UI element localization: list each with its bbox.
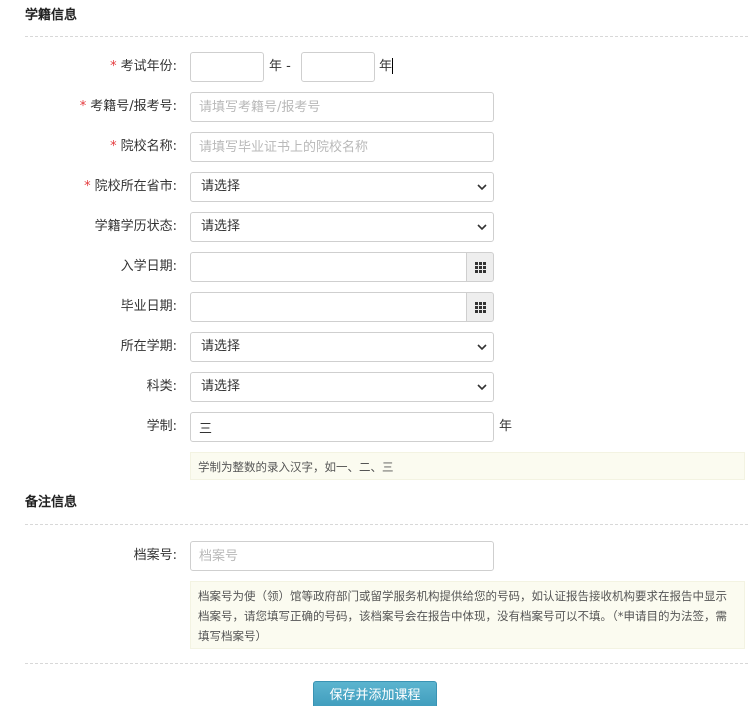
- calendar-grid-icon: [475, 262, 486, 273]
- semester-label-wrap: 所在学期:: [0, 332, 177, 362]
- calendar-grid-icon: [475, 302, 486, 313]
- required-marker: *: [110, 59, 117, 74]
- archive-no-hint: 档案号为使（领）馆等政府部门或留学服务机构提供给您的号码，如认证报告接收机构要求…: [190, 581, 745, 649]
- chevron-down-icon: [477, 224, 487, 231]
- school-province-select[interactable]: 请选择: [190, 172, 494, 202]
- subject-label: 科类:: [146, 379, 177, 394]
- subject-selected: 请选择: [201, 379, 241, 394]
- exam-year-label-wrap: * 考试年份:: [0, 52, 177, 82]
- section-title-student-status: 学籍信息: [25, 8, 78, 23]
- required-marker: *: [110, 139, 117, 154]
- subject-label-wrap: 科类:: [0, 372, 177, 402]
- exam-year-from-input[interactable]: [190, 52, 264, 82]
- student-id-input[interactable]: [190, 92, 494, 122]
- student-id-label: * 考籍号/报考号:: [80, 92, 177, 122]
- enroll-date-label-wrap: 入学日期:: [0, 252, 177, 282]
- graduate-date-input[interactable]: [190, 292, 467, 322]
- duration-label: 学制:: [146, 419, 177, 434]
- save-and-add-course-button[interactable]: 保存并添加课程: [313, 681, 437, 706]
- status-state-label-wrap: 学籍学历状态:: [0, 212, 177, 242]
- required-marker: *: [84, 179, 91, 194]
- exam-year-separator: 年 -: [269, 59, 291, 74]
- school-name-input[interactable]: [190, 132, 494, 162]
- school-name-label: * 院校名称:: [110, 132, 177, 162]
- archive-no-input[interactable]: [190, 541, 494, 571]
- semester-select[interactable]: 请选择: [190, 332, 494, 362]
- exam-year-suffix: 年: [379, 59, 393, 74]
- school-province-label-text: 院校所在省市:: [94, 179, 177, 194]
- text-cursor: [392, 58, 393, 74]
- enroll-date-calendar-button[interactable]: [466, 252, 494, 282]
- chevron-down-icon: [477, 384, 487, 391]
- graduate-date-label: 毕业日期:: [120, 299, 177, 314]
- school-province-label-wrap: * 院校所在省市:: [0, 172, 177, 202]
- section-title-remarks: 备注信息: [25, 495, 78, 510]
- section-divider: [25, 524, 748, 525]
- duration-suffix: 年: [499, 419, 513, 434]
- duration-hint: 学制为整数的录入汉字，如一、二、三: [190, 452, 745, 480]
- archive-no-label: 档案号:: [133, 548, 177, 563]
- graduate-date-calendar-button[interactable]: [466, 292, 494, 322]
- exam-year-label: * 考试年份:: [110, 52, 177, 82]
- subject-select[interactable]: 请选择: [190, 372, 494, 402]
- semester-label: 所在学期:: [120, 339, 177, 354]
- exam-year-to-input[interactable]: [301, 52, 375, 82]
- status-state-label: 学籍学历状态:: [94, 219, 177, 234]
- archive-no-label-wrap: 档案号:: [0, 541, 177, 571]
- student-id-label-text: 考籍号/报考号:: [90, 99, 177, 114]
- education-form-page: 学籍信息 *考试年份: 年 - 年 *考籍号/报考号: *院校名称: *院校所在…: [0, 0, 748, 706]
- graduate-date-label-wrap: 毕业日期:: [0, 292, 177, 322]
- required-marker: *: [79, 99, 87, 114]
- school-province-label: * 院校所在省市:: [84, 172, 177, 202]
- school-province-selected: 请选择: [201, 179, 241, 194]
- footer-divider: [25, 663, 748, 664]
- status-state-select[interactable]: 请选择: [190, 212, 494, 242]
- duration-label-wrap: 学制:: [0, 412, 177, 442]
- school-name-label-text: 院校名称:: [120, 139, 177, 154]
- enroll-date-label: 入学日期:: [120, 259, 177, 274]
- chevron-down-icon: [477, 344, 487, 351]
- semester-selected: 请选择: [201, 339, 241, 354]
- section-divider: [25, 36, 748, 37]
- enroll-date-input[interactable]: [190, 252, 467, 282]
- chevron-down-icon: [477, 184, 487, 191]
- exam-year-label-text: 考试年份:: [120, 59, 177, 74]
- school-name-label-wrap: * 院校名称:: [0, 132, 177, 162]
- status-state-selected: 请选择: [201, 219, 241, 234]
- student-id-label-wrap: * 考籍号/报考号:: [0, 92, 177, 122]
- duration-input[interactable]: [190, 412, 494, 442]
